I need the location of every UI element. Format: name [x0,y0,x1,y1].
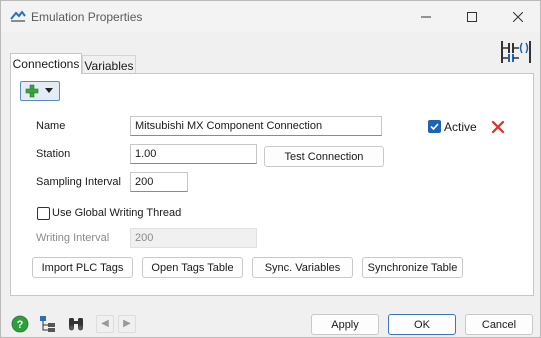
name-input[interactable] [130,116,382,136]
sync-variables-button[interactable]: Sync. Variables [252,257,353,278]
open-tags-table-button[interactable]: Open Tags Table [142,257,243,278]
minimize-icon [421,16,431,17]
active-checkbox[interactable] [428,120,441,133]
close-button[interactable] [495,1,541,32]
next-button[interactable]: ▶ [118,315,136,333]
previous-button[interactable]: ◀ [96,315,114,333]
tab-connections[interactable]: Connections [10,53,82,74]
emulation-properties-window: Emulation Properties Connections Variabl… [0,0,541,338]
station-input[interactable] [130,144,257,164]
delete-connection-icon[interactable] [491,120,505,134]
synchronize-table-button[interactable]: Synchronize Table [362,257,463,278]
plc-ladder-logo-icon [501,41,531,63]
test-connection-button[interactable]: Test Connection [264,146,384,167]
binoculars-icon[interactable] [67,315,85,333]
maximize-button[interactable] [449,1,495,32]
close-icon [513,11,523,22]
help-icon[interactable]: ? [11,315,29,333]
svg-text:?: ? [17,319,24,331]
green-plus-icon [25,84,39,98]
apply-button[interactable]: Apply [311,314,379,335]
caret-down-icon [45,88,53,93]
left-arrow-icon: ◀ [101,318,109,329]
sampling-interval-input[interactable] [130,172,188,192]
ok-button[interactable]: OK [388,314,456,335]
global-writing-thread-label: Use Global Writing Thread [52,207,182,219]
app-logo-icon [10,10,26,22]
maximize-icon [467,11,477,22]
active-label: Active [444,120,477,134]
tab-variables[interactable]: Variables [82,55,136,74]
name-label: Name [36,120,66,132]
right-arrow-icon: ▶ [123,318,131,329]
checkmark-icon [430,123,439,131]
tree-icon[interactable] [39,315,57,333]
add-connection-dropdown[interactable] [20,81,60,101]
sampling-interval-label: Sampling Interval [36,176,121,188]
global-writing-thread-checkbox[interactable] [37,207,50,220]
title-bar: Emulation Properties [1,1,540,32]
writing-interval-label: Writing Interval [36,232,110,244]
cancel-button[interactable]: Cancel [465,314,533,335]
import-plc-tags-button[interactable]: Import PLC Tags [32,257,133,278]
station-label: Station [36,148,71,160]
minimize-button[interactable] [403,1,449,32]
writing-interval-input [130,228,257,248]
window-title: Emulation Properties [31,10,143,24]
